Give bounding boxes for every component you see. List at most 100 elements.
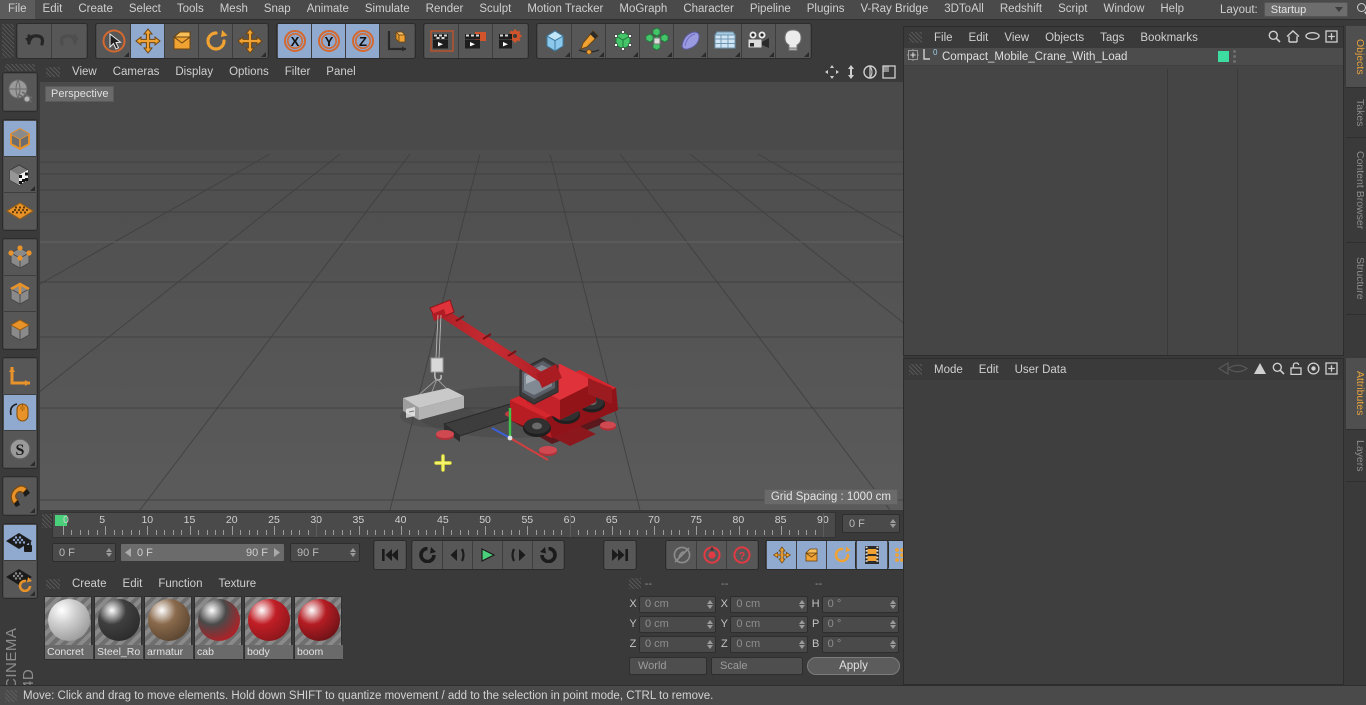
menu-item-help[interactable]: Help [1152, 0, 1192, 19]
tab-structure[interactable]: Structure [1346, 243, 1366, 315]
menu-item-edit[interactable]: Edit [35, 0, 71, 19]
spline-pen-button[interactable] [572, 24, 606, 58]
timeline-toggle-button[interactable] [857, 541, 887, 569]
spinner-icon[interactable] [350, 548, 356, 557]
magnet-button[interactable] [4, 478, 36, 514]
object-menu-bookmarks[interactable]: Bookmarks [1132, 32, 1206, 44]
keyframe-selection-button[interactable]: ? [727, 541, 757, 569]
tab-objects[interactable]: Objects [1346, 26, 1366, 88]
size-mode-dropdown[interactable]: Scale [711, 657, 803, 675]
viewport-menu-cameras[interactable]: Cameras [105, 66, 168, 78]
render-picture-viewer-button[interactable] [459, 24, 493, 58]
tab-attributes[interactable]: Attributes [1346, 358, 1366, 430]
object-menu-file[interactable]: File [926, 32, 961, 44]
menu-item-create[interactable]: Create [70, 0, 121, 19]
menu-item-redshift[interactable]: Redshift [992, 0, 1050, 19]
max-frame-field[interactable]: 90 F [290, 543, 360, 562]
menu-item-window[interactable]: Window [1095, 0, 1152, 19]
object-manager-tree[interactable]: 0 Compact_Mobile_Crane_With_Load [904, 48, 1343, 355]
layout-dropdown[interactable]: Startup [1263, 2, 1349, 17]
plus-box-icon[interactable] [1325, 29, 1338, 46]
object-menu-tags[interactable]: Tags [1092, 32, 1132, 44]
previous-frame-button[interactable] [443, 541, 473, 569]
rotate-view-icon[interactable] [862, 64, 878, 80]
spinner-icon[interactable] [707, 619, 714, 629]
render-view-button[interactable] [425, 24, 459, 58]
object-tag-area[interactable] [1218, 50, 1343, 63]
tab-layers[interactable]: Layers [1346, 430, 1366, 482]
workplane-mode-button[interactable] [4, 193, 36, 229]
play-reverse-button[interactable] [413, 541, 443, 569]
material-swatch[interactable]: cab [194, 596, 243, 660]
attribute-menu-user-data[interactable]: User Data [1007, 364, 1075, 376]
material-swatch[interactable]: boom [294, 596, 343, 660]
size-z-field[interactable]: 0 cm [730, 635, 808, 653]
polygons-mode-button[interactable] [4, 312, 36, 348]
viewport-3d-canvas[interactable]: Perspective Grid Spacing: 1000 cm [40, 82, 903, 510]
play-forward-button[interactable] [473, 541, 503, 569]
scene-object-button[interactable] [674, 24, 708, 58]
axis-z-button[interactable]: Z [346, 24, 380, 58]
viewport-grip[interactable] [46, 67, 60, 77]
search-icon[interactable] [1272, 362, 1285, 378]
scale-tool-button[interactable] [165, 24, 199, 58]
home-icon[interactable] [1286, 29, 1300, 46]
live-selection-button[interactable] [97, 24, 131, 58]
position-x-field[interactable]: 0 cm [639, 595, 717, 613]
object-manager-grip[interactable] [909, 32, 922, 43]
deformer-object-button[interactable] [640, 24, 674, 58]
material-manager-grip[interactable] [46, 578, 60, 589]
position-z-field[interactable]: 0 cm [639, 635, 717, 653]
menu-item-plugins[interactable]: Plugins [799, 0, 853, 19]
axis-y-button[interactable]: Y [312, 24, 346, 58]
current-frame-field[interactable]: 0 F [52, 543, 116, 562]
next-frame-button[interactable] [503, 541, 533, 569]
axis-x-button[interactable]: X [278, 24, 312, 58]
preview-range-slider[interactable]: 0 F 90 F [120, 543, 285, 562]
object-axis-button[interactable] [4, 359, 36, 395]
go-to-start-button[interactable] [375, 541, 405, 569]
key-scale-button[interactable] [797, 541, 827, 569]
material-menu-create[interactable]: Create [64, 578, 115, 590]
dolly-icon[interactable] [843, 64, 859, 80]
menu-item-tools[interactable]: Tools [169, 0, 212, 19]
menu-item-motion-tracker[interactable]: Motion Tracker [519, 0, 611, 19]
spinner-icon[interactable] [707, 639, 714, 649]
loop-playback-button[interactable] [533, 541, 563, 569]
material-swatch[interactable]: armatur [144, 596, 193, 660]
spinner-icon[interactable] [889, 619, 896, 629]
move-tool-button[interactable] [131, 24, 165, 58]
spinner-icon[interactable] [707, 599, 714, 609]
menu-item-sculpt[interactable]: Sculpt [471, 0, 519, 19]
size-y-field[interactable]: 0 cm [730, 615, 808, 633]
coordinate-system-dropdown[interactable]: World [629, 657, 707, 675]
menu-item-file[interactable]: File [0, 0, 35, 19]
frame-field-right[interactable]: 0 F [842, 514, 900, 533]
viewport-menu-panel[interactable]: Panel [318, 66, 363, 78]
camera-object-button[interactable] [742, 24, 776, 58]
viewport-menu-view[interactable]: View [64, 66, 105, 78]
expand-toggle-icon[interactable] [907, 49, 919, 64]
rotate-tool-button[interactable] [199, 24, 233, 58]
attribute-manager-content[interactable] [904, 380, 1343, 684]
move-tool-alt-button[interactable] [233, 24, 267, 58]
rotation-h-field[interactable]: 0 ° [821, 595, 899, 613]
edges-mode-button[interactable] [4, 276, 36, 312]
world-coordinate-button[interactable] [380, 24, 414, 58]
material-menu-function[interactable]: Function [150, 578, 210, 590]
snap-button[interactable]: S [4, 431, 36, 467]
autokeying-button[interactable] [667, 541, 697, 569]
object-menu-view[interactable]: View [996, 32, 1037, 44]
material-menu-texture[interactable]: Texture [210, 578, 264, 590]
position-y-field[interactable]: 0 cm [639, 615, 717, 633]
maximize-view-icon[interactable] [881, 64, 897, 80]
target-icon[interactable] [1307, 361, 1320, 378]
menu-item-mesh[interactable]: Mesh [212, 0, 256, 19]
cube-primitive-button[interactable] [538, 24, 572, 58]
history-icon[interactable] [1217, 361, 1249, 378]
size-x-field[interactable]: 0 cm [730, 595, 808, 613]
plus-box-icon[interactable] [1325, 361, 1338, 378]
menu-item-snap[interactable]: Snap [256, 0, 299, 19]
menu-item-animate[interactable]: Animate [299, 0, 357, 19]
attribute-menu-mode[interactable]: Mode [926, 364, 971, 376]
